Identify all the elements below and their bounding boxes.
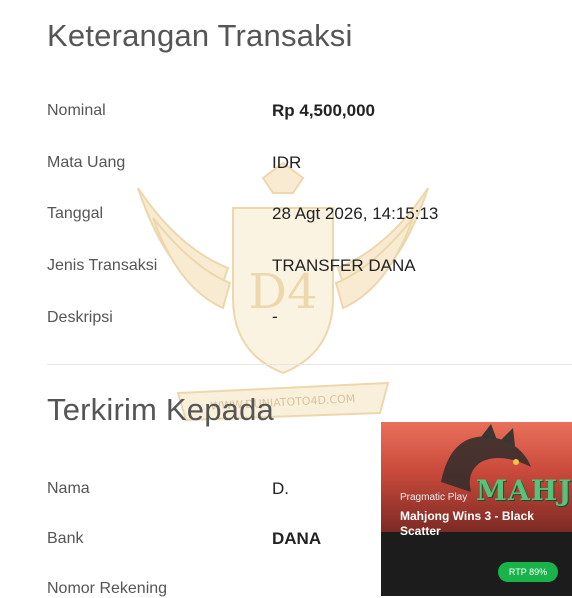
nominal-label: Nominal bbox=[47, 102, 106, 119]
game-title: Mahjong Wins 3 - Black Scatter bbox=[400, 509, 534, 538]
game-logo-text: MAHJONG bbox=[476, 474, 572, 507]
transaction-type-label: Jenis Transaksi bbox=[47, 257, 158, 274]
currency-value: IDR bbox=[272, 153, 302, 172]
section-divider bbox=[47, 364, 572, 365]
date-value: 28 Agt 2026, 14:15:13 bbox=[272, 204, 439, 223]
nominal-value: Rp 4,500,000 bbox=[272, 101, 376, 120]
bank-label: Bank bbox=[47, 530, 84, 547]
game-promo-card[interactable]: MAHJONG Pragmatic Play Mahjong Wins 3 - … bbox=[381, 422, 572, 596]
description-value: - bbox=[272, 307, 278, 326]
recipient-name-value: D. bbox=[272, 479, 289, 498]
transaction-type-value: TRANSFER DANA bbox=[272, 256, 416, 275]
description-label: Deskripsi bbox=[47, 309, 113, 326]
recipient-section-title: Terkirim Kepada bbox=[47, 392, 274, 427]
currency-label: Mata Uang bbox=[47, 154, 126, 171]
recipient-name-label: Nama bbox=[47, 480, 90, 497]
rtp-badge[interactable]: RTP 89% bbox=[498, 562, 558, 582]
game-provider: Pragmatic Play bbox=[400, 492, 468, 503]
date-label: Tanggal bbox=[47, 205, 104, 222]
account-number-label: Nomor Rekening bbox=[47, 580, 168, 597]
bank-value: DANA bbox=[272, 529, 322, 548]
transaction-section-title: Keterangan Transaksi bbox=[47, 18, 353, 53]
